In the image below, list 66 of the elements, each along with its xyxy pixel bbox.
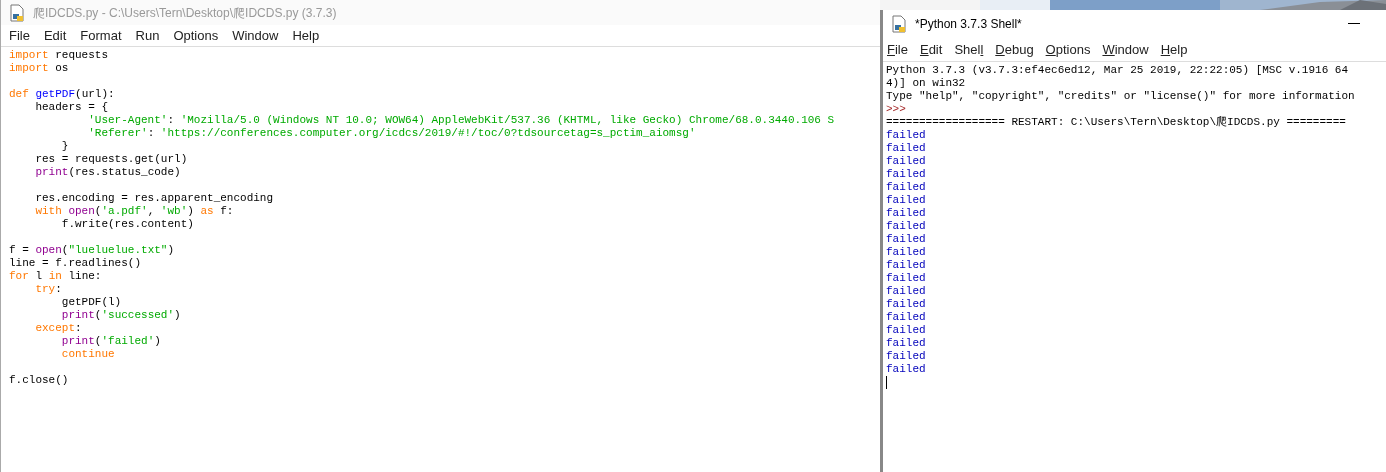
output-line: Python 3.7.3 (v3.7.3:ef4ec6ed12, Mar 25 2019, 22:22:05) [MSC v.1916 64 (886, 64, 1349, 77)
menu-item[interactable]: File (9, 25, 30, 46)
output-line: failed (886, 259, 926, 272)
menu-item[interactable]: Help (1160, 40, 1188, 60)
code-line: line = f.readlines() (9, 257, 142, 270)
code-line: } (60, 140, 69, 153)
output-line: failed (886, 363, 926, 376)
text-cursor (886, 376, 887, 389)
output-line: failed (886, 181, 926, 194)
file-icon (9, 3, 25, 22)
menu-item[interactable]: Edit (919, 40, 943, 60)
menu-item[interactable]: Window (1102, 40, 1149, 60)
menu-item[interactable]: Debug (995, 40, 1034, 60)
code-line: f.close() (9, 374, 69, 387)
output-line: >>> (886, 103, 906, 116)
menu-item[interactable]: Options (1045, 40, 1091, 60)
menu-item[interactable]: Format (80, 25, 122, 46)
output-line: failed (886, 324, 926, 337)
output-line: failed (886, 207, 926, 220)
code-line: def getPDF(url): (9, 88, 115, 101)
output-line: failed (886, 168, 926, 181)
menu-item[interactable]: Run (135, 25, 160, 46)
output-line: failed (886, 337, 926, 350)
code-line: res.encoding = res.apparent_encoding (34, 192, 274, 205)
code-line: print('successed') (60, 309, 181, 322)
output-line: failed (886, 220, 926, 233)
code-line: for l in line: (9, 270, 102, 283)
minimize-icon[interactable] (1348, 22, 1360, 25)
file-icon (891, 14, 907, 33)
menu-item[interactable]: File (887, 40, 908, 60)
code-line: f.write(res.content) (60, 218, 194, 231)
window-title: *Python 3.7.3 Shell* (915, 15, 1023, 33)
output-line: failed (886, 298, 926, 311)
code-line: 'User-Agent': 'Mozilla/5.0 (Windows NT 10.0; WOW64) AppleWebKit/537.36 (KHTML, like Gecko) Chrome/68.0.3440.106 S (87, 114, 835, 127)
menu-item[interactable]: Help (292, 25, 320, 46)
menu-item[interactable]: Window (232, 25, 279, 46)
code-line: with open('a.pdf', 'wb') as f: (34, 205, 234, 218)
output-line: failed (886, 285, 926, 298)
window-title: 爬IDCDS.py - C:\Users\Tern\Desktop\爬IDCDS.py (3.7.3) (33, 4, 337, 22)
output-line: failed (886, 272, 926, 285)
output-line: failed (886, 311, 926, 324)
output-line: 4)] on win32 (886, 77, 966, 90)
menu-item[interactable]: Options (173, 25, 219, 46)
code-line: print(res.status_code) (34, 166, 181, 179)
code-line: except: (34, 322, 82, 335)
code-line: import requests (9, 49, 109, 62)
code-line: print('failed') (60, 335, 161, 348)
output-line: failed (886, 155, 926, 168)
code-line: import os (9, 62, 69, 75)
output-line: failed (886, 142, 926, 155)
output-line: failed (886, 233, 926, 246)
menu-item[interactable]: Shell (954, 40, 984, 60)
menu-item[interactable]: Edit (43, 25, 67, 46)
code-line: 'Referer': 'https://conferences.computer.org/icdcs/2019/#!/toc/0?tdsourcetag=s_pctim_aiomsg' (87, 127, 696, 140)
output-line: failed (886, 194, 926, 207)
code-line: try: (34, 283, 62, 296)
code-line: f = open("lueluelue.txt") (9, 244, 175, 257)
code-line: getPDF(l) (60, 296, 122, 309)
code-line: res = requests.get(url) (34, 153, 188, 166)
output-line: failed (886, 129, 926, 142)
output-line: ================== RESTART: C:\Users\Tern\Desktop\爬IDCDS.py ========= (886, 116, 1346, 129)
code-line: continue (60, 348, 115, 361)
output-line: Type "help", "copyright", "credits" or "license()" for more information (886, 90, 1355, 103)
output-line: failed (886, 350, 926, 363)
output-line: failed (886, 246, 926, 259)
code-line: headers = { (34, 101, 109, 114)
